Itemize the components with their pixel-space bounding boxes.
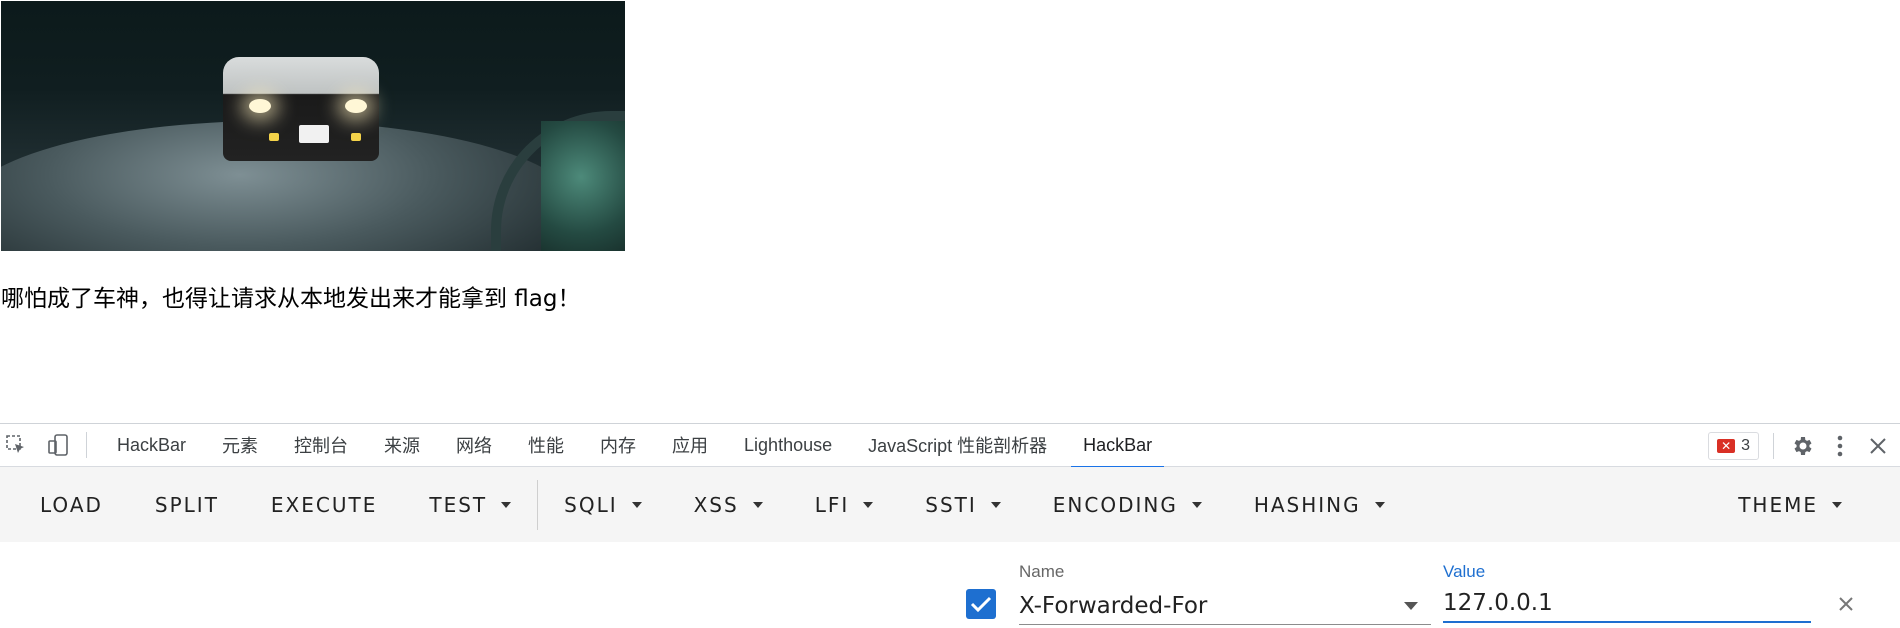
headlight-left xyxy=(249,99,271,113)
header-value-input[interactable] xyxy=(1443,585,1811,623)
load-button[interactable]: LOAD xyxy=(20,467,123,542)
chevron-down-icon xyxy=(863,501,874,508)
tab-hackbar-1[interactable]: HackBar xyxy=(99,423,204,467)
execute-button[interactable]: EXECUTE xyxy=(251,467,397,542)
split-button[interactable]: SPLIT xyxy=(135,467,239,542)
theme-dropdown[interactable]: THEME xyxy=(1718,467,1862,542)
tab-application[interactable]: 应用 xyxy=(654,423,726,467)
value-field-label: Value xyxy=(1443,562,1486,581)
test-label: TEST xyxy=(429,492,488,517)
page-message: 哪怕成了车神，也得让请求从本地发出来才能拿到 flag！ xyxy=(1,286,581,312)
tab-js-profiler[interactable]: JavaScript 性能剖析器 xyxy=(850,423,1065,467)
controls-separator xyxy=(1773,433,1774,459)
hackbar-toolbar: LOAD SPLIT EXECUTE TEST SQLI XSS LFI SST… xyxy=(0,467,1900,542)
hero-image xyxy=(1,1,625,251)
lfi-dropdown[interactable]: LFI xyxy=(795,467,894,542)
ssti-dropdown[interactable]: SSTI xyxy=(905,467,1021,542)
headlight-right xyxy=(345,99,367,113)
inspect-icon[interactable] xyxy=(2,431,30,459)
name-field-label: Name xyxy=(1019,562,1065,581)
hashing-label: HASHING xyxy=(1253,492,1361,517)
chevron-down-icon xyxy=(501,501,512,508)
encoding-label: ENCODING xyxy=(1052,492,1178,517)
checkmark-icon xyxy=(970,596,992,613)
split-label: SPLIT xyxy=(154,492,219,517)
chevron-down-icon xyxy=(1832,501,1842,508)
chevron-down-icon xyxy=(1374,501,1385,508)
error-count-badge[interactable]: ✕ 3 xyxy=(1708,432,1759,460)
devtools-panel: HackBar 元素 控制台 来源 网络 性能 内存 应用 Lighthouse… xyxy=(0,423,1900,628)
gear-icon[interactable] xyxy=(1786,430,1818,462)
chevron-down-icon xyxy=(990,501,1001,508)
devtools-right-controls: ✕ 3 xyxy=(1708,424,1900,468)
ssti-label: SSTI xyxy=(925,492,977,517)
tab-lighthouse[interactable]: Lighthouse xyxy=(726,423,850,467)
foglight-right xyxy=(351,133,361,141)
header-enabled-checkbox[interactable] xyxy=(966,589,996,619)
close-icon[interactable] xyxy=(1862,430,1894,462)
sqli-dropdown[interactable]: SQLI xyxy=(544,467,661,542)
load-label: LOAD xyxy=(40,492,103,517)
kebab-menu-icon[interactable] xyxy=(1824,430,1856,462)
bushes-shape xyxy=(541,121,625,251)
chevron-down-icon xyxy=(631,501,642,508)
tab-performance[interactable]: 性能 xyxy=(510,423,582,467)
chevron-down-icon[interactable] xyxy=(1404,602,1418,610)
license-plate xyxy=(299,125,329,143)
encoding-dropdown[interactable]: ENCODING xyxy=(1033,467,1222,542)
devtools-tab-bar: HackBar 元素 控制台 来源 网络 性能 内存 应用 Lighthouse… xyxy=(0,423,1900,468)
tab-memory[interactable]: 内存 xyxy=(582,423,654,467)
tab-hackbar-active[interactable]: HackBar xyxy=(1065,423,1170,468)
xss-dropdown[interactable]: XSS xyxy=(674,467,783,542)
error-icon: ✕ xyxy=(1717,439,1736,453)
hashing-dropdown[interactable]: HASHING xyxy=(1234,467,1405,542)
lfi-label: LFI xyxy=(814,492,850,517)
error-count: 3 xyxy=(1741,437,1750,454)
device-toggle-icon[interactable] xyxy=(44,431,72,459)
tab-separator xyxy=(86,432,87,458)
chevron-down-icon xyxy=(1191,501,1202,508)
foglight-left xyxy=(269,133,279,141)
xss-label: XSS xyxy=(693,492,739,517)
test-dropdown[interactable]: TEST xyxy=(409,467,531,542)
tab-sources[interactable]: 来源 xyxy=(366,423,438,467)
remove-header-icon[interactable] xyxy=(1833,591,1859,617)
tab-console[interactable]: 控制台 xyxy=(276,423,366,467)
theme-label: THEME xyxy=(1738,492,1818,517)
header-row: Name Value xyxy=(0,542,1900,628)
sqli-label: SQLI xyxy=(564,492,618,517)
tab-network[interactable]: 网络 xyxy=(438,423,510,467)
toolbar-separator xyxy=(537,479,539,530)
chevron-down-icon xyxy=(752,501,763,508)
header-name-input[interactable] xyxy=(1019,587,1431,625)
tab-elements[interactable]: 元素 xyxy=(204,423,276,467)
execute-label: EXECUTE xyxy=(270,492,378,517)
